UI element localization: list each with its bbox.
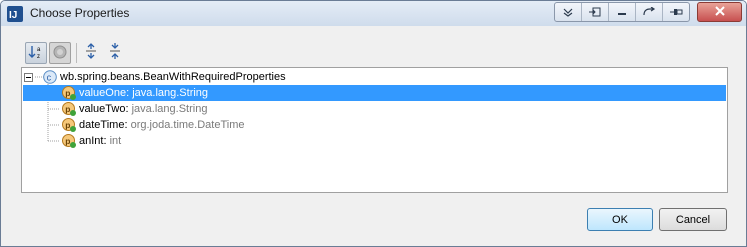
svg-text:c: c: [47, 73, 52, 83]
property-icon: p: [62, 118, 76, 132]
ok-button[interactable]: OK: [587, 208, 653, 231]
property-icon: p: [62, 102, 76, 116]
expand-all-icon: [84, 42, 98, 62]
title-bar[interactable]: IJ Choose Properties: [1, 1, 746, 26]
property-name: anInt: [79, 135, 104, 147]
class-filter-icon: [53, 45, 67, 62]
tree-item-row[interactable]: p anInt: int: [23, 133, 121, 149]
collapse-all-button[interactable]: [105, 42, 125, 62]
svg-text:p: p: [65, 88, 70, 98]
property-type: java.lang.String: [132, 87, 209, 99]
class-icon: c: [43, 70, 57, 84]
property-name: valueTwo: [79, 103, 126, 115]
pin-icon[interactable]: [663, 3, 689, 21]
dialog-window: IJ Choose Properties a z c wb.spring.bea…: [0, 0, 747, 247]
sort-alphabetically-button[interactable]: a z: [25, 42, 47, 64]
collapse-toggle-icon[interactable]: [24, 72, 33, 82]
cancel-button[interactable]: Cancel: [659, 208, 727, 231]
collapse-all-icon: [108, 42, 122, 62]
show-classes-button[interactable]: [49, 42, 71, 64]
property-icon: p: [62, 134, 76, 148]
property-name: valueOne: [79, 87, 127, 99]
expand-all-button[interactable]: [81, 42, 101, 62]
svg-text:IJ: IJ: [9, 10, 17, 21]
window-title: Choose Properties: [30, 6, 130, 20]
svg-text:p: p: [65, 104, 70, 114]
tree-item-row[interactable]: p valueOne: java.lang.String: [23, 85, 726, 101]
minimize-icon[interactable]: [609, 3, 636, 21]
window-extra-controls: [554, 2, 690, 22]
close-icon: [714, 5, 725, 19]
property-type: int: [109, 135, 122, 147]
svg-text:p: p: [65, 120, 70, 130]
restore-into-icon[interactable]: [582, 3, 609, 21]
property-icon: p: [62, 86, 76, 100]
root-class-label: wb.spring.beans.BeanWithRequiredProperti…: [60, 71, 286, 83]
rollup-icon[interactable]: [636, 3, 663, 21]
toolbar-separator: [76, 43, 77, 63]
svg-text:p: p: [65, 136, 70, 146]
property-type: org.joda.time.DateTime: [130, 119, 245, 131]
property-name: dateTime: [79, 119, 125, 131]
tree-item-row[interactable]: p dateTime: org.joda.time.DateTime: [23, 117, 245, 133]
property-type: java.lang.String: [131, 103, 208, 115]
tree-root-row[interactable]: c wb.spring.beans.BeanWithRequiredProper…: [24, 69, 286, 85]
properties-tree[interactable]: c wb.spring.beans.BeanWithRequiredProper…: [21, 67, 728, 193]
tree-item-row[interactable]: p valueTwo: java.lang.String: [23, 101, 207, 117]
pin-down-icon[interactable]: [555, 3, 582, 21]
app-icon: IJ: [7, 6, 23, 22]
close-button[interactable]: [697, 2, 742, 22]
sort-alpha-icon: a z: [28, 44, 44, 63]
svg-text:z: z: [37, 54, 40, 60]
svg-text:a: a: [37, 47, 41, 53]
